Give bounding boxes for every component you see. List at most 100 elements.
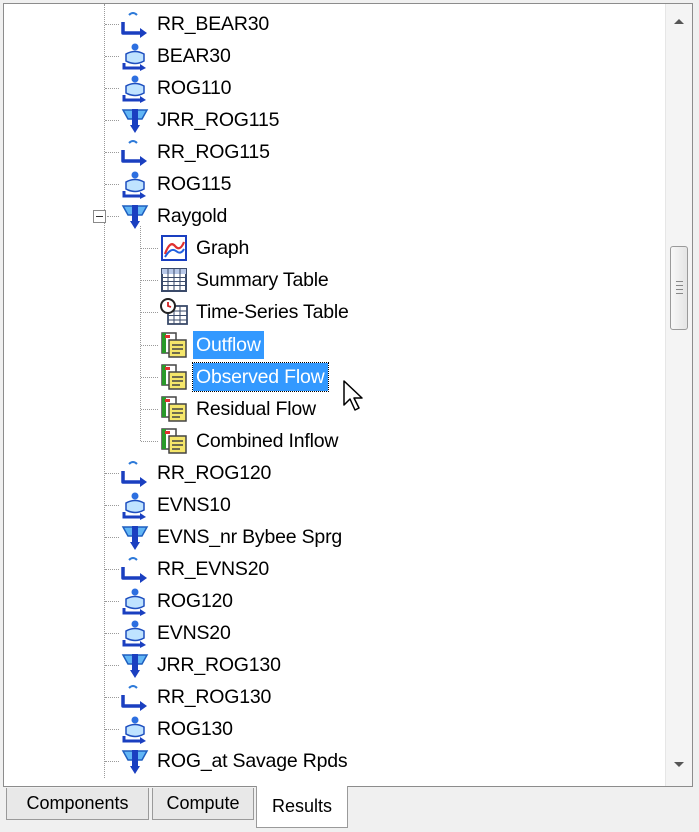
tree-item-combined-inflow[interactable]: Combined Inflow (159, 426, 341, 456)
tree-item-label: RR_ROG115 (157, 141, 270, 164)
tree-item-evns-nr-bybee-sprg[interactable]: EVNS_nr Bybee Sprg (120, 522, 345, 552)
tree-item-time-series-table[interactable]: Time-Series Table (159, 297, 352, 327)
reach-icon (120, 458, 150, 488)
tree-item-outflow[interactable]: Outflow (159, 330, 264, 360)
tree-connector (105, 632, 119, 634)
junction-icon (120, 490, 150, 520)
tree-connector (105, 761, 119, 763)
junction-icon (120, 73, 150, 104)
scroll-down-button[interactable] (666, 752, 692, 778)
tree-item-rog120[interactable]: ROG120 (120, 586, 236, 616)
tree-connector (105, 504, 119, 506)
collapse-toggle-raygold[interactable] (93, 210, 106, 223)
reach-icon (120, 137, 150, 167)
tree-item-label: ROG120 (157, 589, 233, 612)
junction-icon (120, 41, 150, 72)
tree-item-label: Summary Table (196, 269, 329, 292)
tree-item-label: RR_ROG120 (157, 461, 272, 484)
graph-icon (159, 233, 189, 263)
tree-item-label: Observed Flow (192, 361, 329, 392)
tree-connector (105, 665, 119, 666)
tree-item-label: EVNS_nr Bybee Sprg (157, 525, 343, 548)
tree-item-label: ROG130 (157, 718, 233, 741)
reach-icon (120, 9, 150, 39)
result-variable-icon (159, 426, 189, 456)
tree-item-label: ROG115 (157, 173, 232, 196)
tree-connector (141, 248, 158, 250)
tree-item-graph[interactable]: Graph (159, 233, 252, 263)
tree-item-label: EVNS20 (157, 621, 231, 644)
tree-item-label: RR_ROG130 (157, 686, 272, 709)
reservoir-icon (120, 201, 150, 231)
arrow-down-icon (674, 762, 684, 767)
tree-connector (105, 24, 119, 25)
reservoir-icon (120, 650, 150, 680)
tree-item-rog115[interactable]: ROG115 (120, 169, 234, 200)
tree-item-rog-at-savage-rpds[interactable]: ROG_at Savage Rpds (120, 746, 350, 776)
tree-connector (105, 88, 119, 90)
tree-connector (105, 697, 119, 699)
tree-connector (105, 568, 119, 570)
tree-item-bear30[interactable]: BEAR30 (120, 41, 234, 72)
tree-connector (105, 729, 119, 731)
tree-item-label: ROG110 (157, 77, 232, 100)
tree-item-label: JRR_ROG115 (157, 109, 280, 132)
tree-item-evns20[interactable]: EVNS20 (120, 618, 234, 648)
tree-item-rr-bear30[interactable]: RR_BEAR30 (120, 9, 272, 39)
reservoir-icon (120, 746, 150, 776)
tree-item-label: JRR_ROG130 (157, 654, 281, 676)
tree-connector (105, 472, 119, 474)
tree-item-label: BEAR30 (157, 45, 231, 68)
tree-item-label: ROG_at Savage Rpds (157, 750, 348, 773)
tree-item-rr-rog130[interactable]: RR_ROG130 (120, 682, 274, 712)
tree-item-rr-evns20[interactable]: RR_EVNS20 (120, 554, 272, 584)
tab-compute[interactable]: Compute (152, 788, 254, 820)
tab-results[interactable]: Results (256, 786, 348, 828)
tree-item-label: RR_EVNS20 (157, 557, 270, 580)
tree-item-label: Graph (196, 237, 250, 260)
tree-item-summary-table[interactable]: Summary Table (159, 265, 332, 295)
tree-item-label: RR_BEAR30 (157, 13, 270, 35)
tree-item-label: Residual Flow (196, 397, 316, 420)
reservoir-icon (120, 105, 150, 135)
tree-connector (105, 184, 119, 186)
scroll-up-button[interactable] (666, 8, 692, 34)
junction-icon (120, 714, 150, 745)
tree-connector (141, 408, 158, 410)
junction-icon (120, 618, 150, 648)
tree-item-label: Raygold (157, 205, 228, 228)
tree-item-jrr-rog115[interactable]: JRR_ROG115 (120, 105, 282, 135)
tree-item-observed-flow[interactable]: Observed Flow (159, 361, 329, 392)
tree-item-evns10[interactable]: EVNS10 (120, 490, 234, 520)
mouse-pointer-icon (343, 380, 363, 411)
tree-connector (107, 216, 119, 218)
tree-item-jrr-rog130[interactable]: JRR_ROG130 (120, 650, 284, 680)
tree-item-rr-rog115[interactable]: RR_ROG115 (120, 137, 273, 167)
table-icon (159, 265, 189, 295)
tree-connector (105, 56, 119, 58)
result-variable-icon (159, 394, 189, 424)
tree-item-label: Time-Series Table (196, 301, 349, 324)
result-variable-icon (159, 330, 189, 360)
tree-item-raygold[interactable]: Raygold (120, 201, 230, 231)
tree-connector (105, 536, 119, 538)
scrollbar-thumb[interactable] (670, 246, 688, 330)
tree-item-label: EVNS10 (157, 493, 231, 516)
tree-item-rog130[interactable]: ROG130 (120, 714, 236, 745)
tree-connector (141, 280, 158, 282)
tree-item-label: Combined Inflow (196, 429, 339, 452)
tree-item-rog110[interactable]: ROG110 (120, 73, 234, 104)
vertical-scrollbar[interactable] (665, 4, 692, 786)
tab-components[interactable]: Components (6, 788, 149, 820)
tree-item-rr-rog120[interactable]: RR_ROG120 (120, 458, 274, 488)
tree-item-label: Outflow (193, 330, 264, 359)
tree-connector (105, 152, 119, 154)
junction-icon (120, 586, 150, 616)
tree-connector (141, 344, 158, 346)
tree-connector (105, 600, 119, 602)
junction-icon (120, 169, 150, 200)
bottom-tab-bar: Components Compute Results (3, 786, 693, 830)
tree-item-residual-flow[interactable]: Residual Flow (159, 394, 319, 424)
reach-icon (120, 682, 150, 712)
tree-connector (141, 312, 158, 314)
